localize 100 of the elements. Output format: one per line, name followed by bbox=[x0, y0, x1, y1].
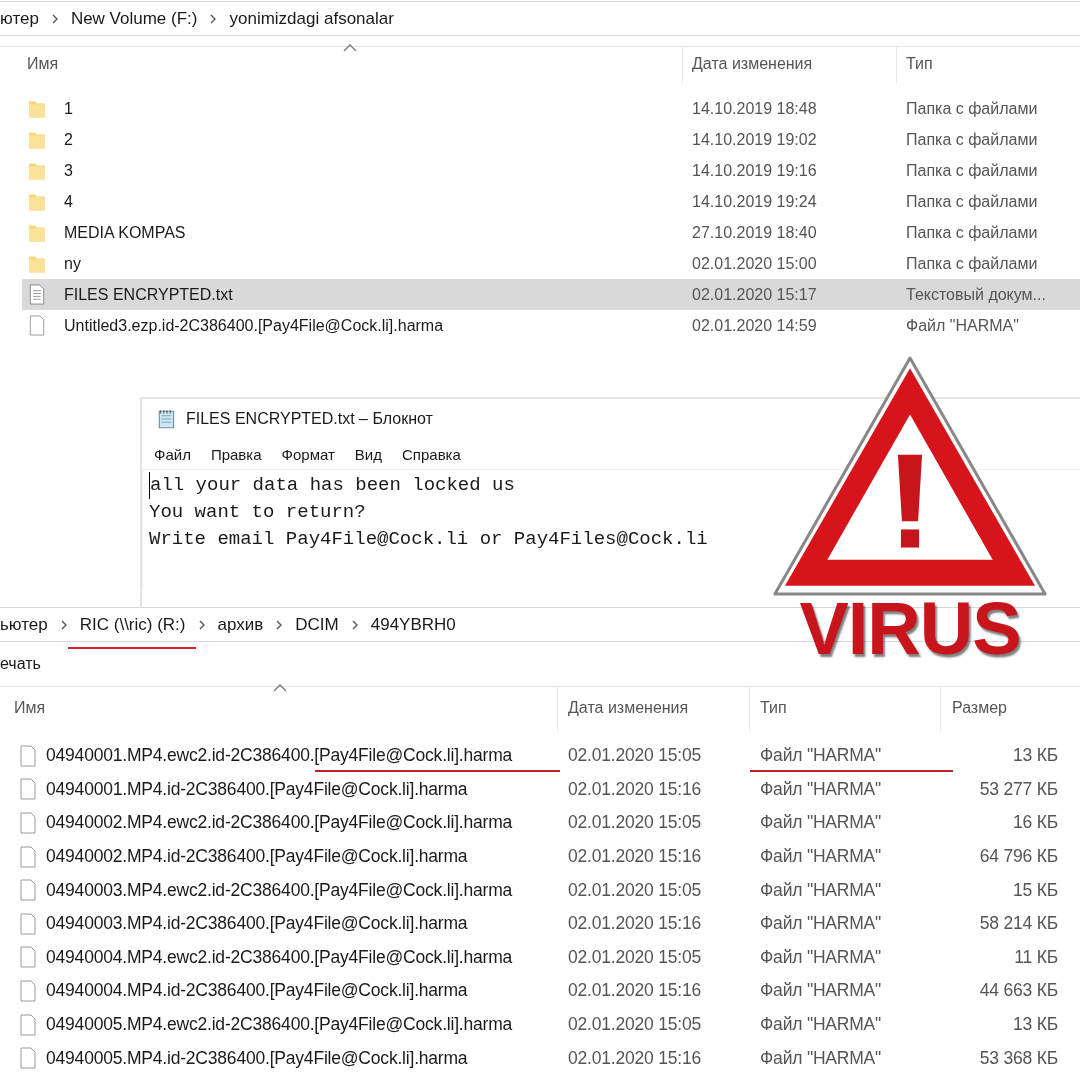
file-name: 04940002.MP4.id-2C386400.[Pay4File@Cock.li].harma bbox=[46, 846, 468, 868]
modified-date: 02.01.2020 15:16 bbox=[568, 846, 702, 868]
chevron-icon bbox=[197, 618, 206, 631]
file-type: Папка с файлами bbox=[906, 254, 1038, 273]
modified-date: 14.10.2019 19:16 bbox=[692, 161, 817, 180]
chevron-icon bbox=[275, 618, 284, 631]
text-line: Write email Pay4File@Cock.li or Pay4Files@Cock.li bbox=[149, 527, 709, 552]
breadcrumb-item[interactable]: архив bbox=[217, 614, 264, 635]
modified-date: 02.01.2020 15:17 bbox=[692, 285, 817, 304]
file-name: 04940005.MP4.id-2C386400.[Pay4File@Cock.li].harma bbox=[46, 1047, 468, 1069]
file-name: 04940005.MP4.ewc2.id-2C386400.[Pay4File@Cock.li].harma bbox=[46, 1014, 513, 1036]
file-size: 53 277 КБ bbox=[979, 778, 1058, 800]
file-row[interactable]: FILES ENCRYPTED.txt 02.01.2020 15:17 Текстовый докум... bbox=[22, 279, 1080, 310]
file-size: 58 214 КБ bbox=[979, 913, 1058, 935]
menu-item[interactable]: Вид bbox=[354, 445, 382, 463]
file-name: 04940003.MP4.ewc2.id-2C386400.[Pay4File@Cock.li].harma bbox=[46, 879, 513, 901]
file-name: 04940003.MP4.id-2C386400.[Pay4File@Cock.li].harma bbox=[46, 913, 468, 935]
breadcrumb-item[interactable]: New Volume (F:) bbox=[70, 8, 198, 29]
file-type: Файл "HARMA" bbox=[906, 316, 1019, 335]
column-header[interactable]: Тип bbox=[906, 55, 933, 73]
file-name: 2 bbox=[64, 130, 74, 149]
file-type: Папка с файлами bbox=[906, 161, 1038, 180]
file-name: 04940004.MP4.ewc2.id-2C386400.[Pay4File@Cock.li].harma bbox=[46, 946, 513, 968]
file-name: 3 bbox=[64, 161, 74, 180]
menu-item[interactable]: Формат bbox=[281, 445, 335, 463]
file-size: 15 КБ bbox=[1013, 879, 1058, 901]
column-header[interactable]: Имя bbox=[27, 55, 59, 73]
modified-date: 14.10.2019 19:02 bbox=[692, 130, 817, 149]
file-type: Файл "HARMA" bbox=[760, 1014, 882, 1036]
file-size: 13 КБ bbox=[1013, 1014, 1058, 1036]
column-header[interactable]: Дата изменения bbox=[568, 699, 689, 717]
file-type: Папка с файлами bbox=[906, 223, 1038, 242]
file-row[interactable]: 2 14.10.2019 19:02 Папка с файлами bbox=[22, 124, 1080, 155]
modified-date: 02.01.2020 15:16 bbox=[568, 980, 702, 1002]
modified-date: 02.01.2020 15:05 bbox=[568, 946, 702, 968]
address-bar[interactable]: ютер New Volume (F:) yonimizdagi afsonalar bbox=[0, 1, 1080, 36]
column-header[interactable]: Дата изменения bbox=[692, 55, 813, 73]
file-name: 04940001.MP4.ewc2.id-2C386400.[Pay4File@Cock.li].harma bbox=[46, 745, 513, 767]
modified-date: 02.01.2020 15:05 bbox=[568, 745, 702, 767]
file-icon bbox=[19, 946, 37, 969]
text-file-icon bbox=[28, 284, 46, 305]
modified-date: 02.01.2020 15:05 bbox=[568, 879, 702, 901]
file-size: 13 КБ bbox=[1013, 745, 1058, 767]
file-name: 4 bbox=[64, 192, 74, 211]
menu-item[interactable]: Справка bbox=[402, 445, 461, 463]
chevron-icon bbox=[350, 618, 359, 631]
file-type: Папка с файлами bbox=[906, 99, 1038, 118]
column-header[interactable]: Тип bbox=[760, 699, 787, 717]
file-name: 04940004.MP4.id-2C386400.[Pay4File@Cock.li].harma bbox=[46, 980, 468, 1002]
file-type: Файл "HARMA" bbox=[760, 879, 882, 901]
chevron-icon bbox=[59, 618, 68, 631]
file-row[interactable]: Untitled3.ezp.id-2C386400.[Pay4File@Cock.li].harma 02.01.2020 14:59 Файл "HARMA" bbox=[22, 310, 1080, 341]
file-type: Файл "HARMA" bbox=[760, 778, 882, 800]
file-type: Файл "HARMA" bbox=[760, 946, 882, 968]
file-icon bbox=[19, 879, 37, 902]
file-type: Файл "HARMA" bbox=[760, 812, 882, 834]
file-name: Untitled3.ezp.id-2C386400.[Pay4File@Cock.li].harma bbox=[64, 316, 445, 335]
breadcrumb-item[interactable]: yonimizdagi afsonalar bbox=[229, 8, 394, 29]
chevron-icon bbox=[50, 12, 59, 25]
file-row[interactable]: 4 14.10.2019 19:24 Папка с файлами bbox=[22, 186, 1080, 217]
modified-date: 14.10.2019 18:48 bbox=[692, 99, 817, 118]
modified-date: 02.01.2020 15:00 bbox=[692, 254, 817, 273]
file-icon bbox=[19, 912, 37, 935]
modified-date: 02.01.2020 15:05 bbox=[568, 1014, 702, 1036]
file-size: 11 КБ bbox=[1014, 946, 1058, 968]
file-size: 53 368 КБ bbox=[979, 1047, 1058, 1069]
file-row[interactable]: MEDIA KOMPAS 27.10.2019 18:40 Папка с файлами bbox=[22, 217, 1080, 248]
file-type: Файл "HARMA" bbox=[760, 980, 882, 1002]
chevron-icon bbox=[209, 12, 218, 25]
text-line: You want to return? bbox=[149, 500, 367, 525]
file-type: Файл "HARMA" bbox=[760, 846, 882, 868]
file-type: Файл "HARMA" bbox=[760, 1047, 882, 1069]
modified-date: 02.01.2020 14:59 bbox=[692, 316, 817, 335]
breadcrumb-item[interactable]: RIC (\\ric) (R:) bbox=[79, 614, 186, 635]
file-name: FILES ENCRYPTED.txt bbox=[64, 285, 234, 304]
file-name: MEDIA KOMPAS bbox=[64, 223, 187, 242]
file-type: Папка с файлами bbox=[906, 192, 1038, 211]
modified-date: 02.01.2020 15:16 bbox=[568, 778, 702, 800]
breadcrumb-item[interactable]: 494YBRH0 bbox=[370, 614, 456, 635]
window-title: FILES ENCRYPTED.txt – Блокнот bbox=[186, 410, 433, 428]
file-type: Файл "HARMA" bbox=[760, 913, 882, 935]
breadcrumb-item[interactable]: ьютер bbox=[0, 614, 48, 635]
column-header[interactable]: Размер bbox=[952, 699, 1007, 717]
file-row[interactable]: 1 14.10.2019 18:48 Папка с файлами bbox=[22, 93, 1080, 124]
file-name: 04940002.MP4.ewc2.id-2C386400.[Pay4File@Cock.li].harma bbox=[46, 812, 513, 834]
column-header[interactable]: Имя bbox=[14, 699, 46, 717]
file-size: 64 796 КБ bbox=[979, 846, 1058, 868]
menu-item[interactable]: Правка bbox=[210, 445, 262, 463]
breadcrumb-item[interactable]: ютер bbox=[0, 8, 39, 29]
modified-date: 27.10.2019 18:40 bbox=[692, 223, 817, 242]
file-size: 44 663 КБ bbox=[979, 980, 1058, 1002]
ribbon-label[interactable]: ечать bbox=[0, 655, 41, 673]
file-row[interactable]: 3 14.10.2019 19:16 Папка с файлами bbox=[22, 155, 1080, 186]
sort-caret-icon bbox=[273, 684, 287, 692]
breadcrumb-item[interactable]: DCIM bbox=[295, 614, 339, 635]
file-name: 1 bbox=[64, 99, 74, 118]
modified-date: 02.01.2020 15:16 bbox=[568, 913, 702, 935]
file-row[interactable]: ny 02.01.2020 15:00 Папка с файлами bbox=[22, 248, 1080, 279]
file-type: Текстовый докум... bbox=[906, 285, 1046, 304]
menu-item[interactable]: Файл bbox=[154, 445, 191, 463]
